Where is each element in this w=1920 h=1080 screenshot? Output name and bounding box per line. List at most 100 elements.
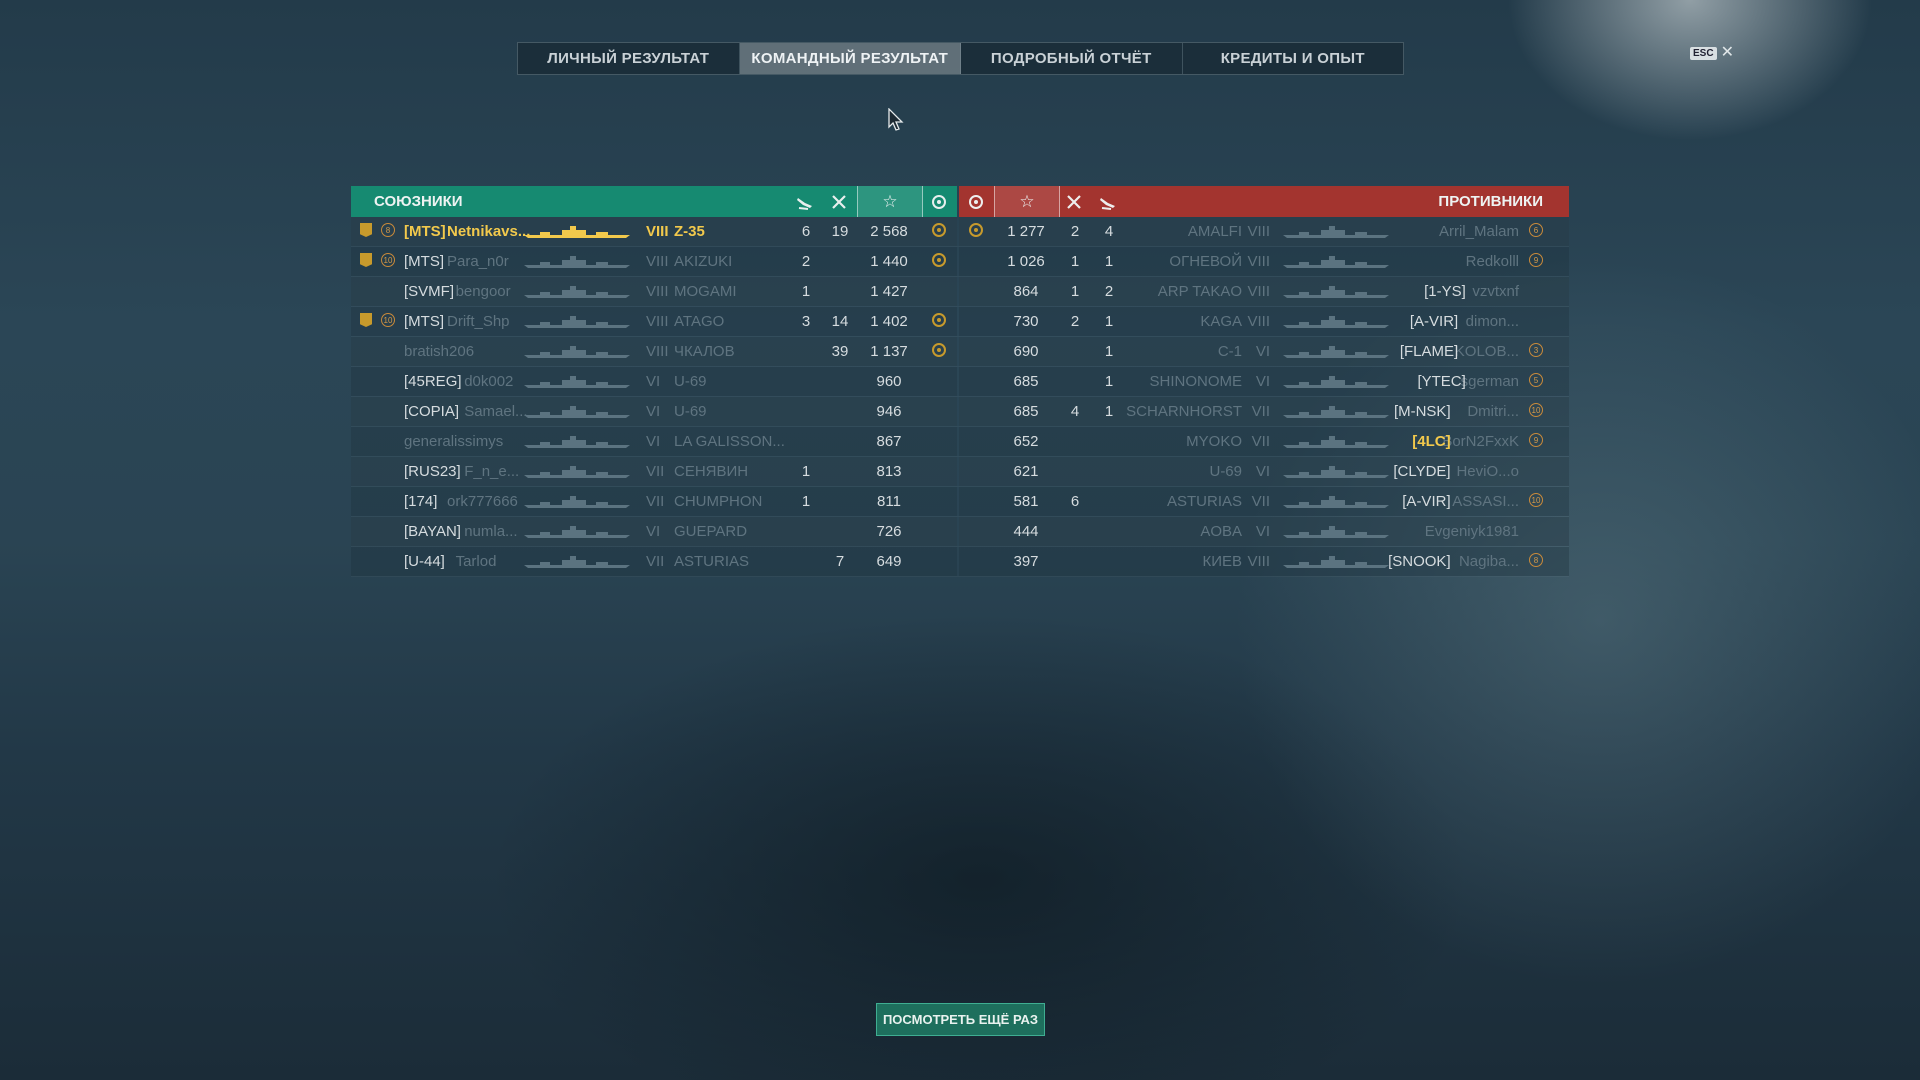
enemy-row[interactable]: 652 MYOKO VII BorN2FxxK [4LC] 9 [959,427,1569,456]
player-name: BorN2FxxK [1442,433,1519,450]
ship-silhouette [522,434,632,448]
achievement-medal-icon [969,223,983,237]
ship-silhouette [522,224,632,238]
table-row: bratish206 VIII ЧКАЛОВ 39 1 137 690 1 C-1 VI KOLO… [351,337,1569,367]
table-row: [COPIA] Samael... VI U-69 946 685 4 1 SCHARNHORS… [351,397,1569,427]
player-name: vzvtxnf [1472,283,1519,300]
player-clan: [MTS] [404,223,446,240]
enemy-row[interactable]: 690 1 C-1 VI KOLOB... [FLAME] 3 [959,337,1569,366]
results-tabs: ЛИЧНЫЙ РЕЗУЛЬТАТ КОМАНДНЫЙ РЕЗУЛЬТАТ ПОДРО… [517,42,1404,75]
ship-name: U-69 [674,403,707,420]
ship-tier: VI [1255,373,1270,390]
enemy-row[interactable]: 685 1 SHINONOME VI sgerman [YTEC] 5 [959,367,1569,396]
ally-row[interactable]: 8 [MTS] Netnikavs... VIII Z-35 6 19 2 568 [351,217,957,246]
frags-icon [822,186,856,217]
base-xp-value: 1 137 [870,343,908,360]
close-icon[interactable]: ✕ [1721,45,1734,61]
ship-name: LA GALISSON... [674,433,785,450]
planes-shot-value: 1 [1104,313,1114,330]
team-results-table: СОЮЗНИКИ ☆ ☆ ПРОТИВНИКИ 8 [MTS] Netnikav… [351,186,1569,577]
base-xp-value: 730 [1013,313,1039,330]
player-clan: [SVMF] [404,283,455,300]
base-xp-value: 1 026 [1007,253,1045,270]
enemy-row[interactable]: 1 277 2 4 AMALFI VIII Arril_Malam 6 [959,217,1569,246]
base-xp-value: 1 402 [870,313,908,330]
table-row: [U-44] Tarlod VII ASTURIAS 7 649 397 КИЕВ VIII Na… [351,547,1569,577]
player-name: bengoor [455,283,511,300]
ally-row[interactable]: [COPIA] Samael... VI U-69 946 [351,397,957,426]
frags-value: 19 [831,223,849,240]
allies-title: СОЮЗНИКИ [374,193,463,210]
tab-2[interactable]: КОМАНДНЫЙ РЕЗУЛЬТАТ [739,43,961,74]
enemy-row[interactable]: 1 026 1 1 ОГНЕВОЙ VIII Redkolll 9 [959,247,1569,276]
player-name: ork777666 [447,493,518,510]
service-level-badge: 9 [1529,253,1543,267]
service-level-badge: 3 [1529,343,1543,357]
ally-row[interactable]: 10 [MTS] Drift_Shp VIII ATAGO 3 14 1 402 [351,307,957,336]
division-badge-icon [360,253,372,267]
tab-3[interactable]: ПОДРОБНЫЙ ОТЧЁТ [961,43,1183,74]
ally-row[interactable]: [174] ork777666 VII CHUMPHON 1 811 [351,487,957,516]
achievement-medal-icon [932,343,946,357]
ship-tier: VII [1251,403,1270,420]
planes-shot-value: 1 [1104,343,1114,360]
allies-header: СОЮЗНИКИ ☆ [351,186,957,217]
ship-tier: VIII [1247,313,1270,330]
player-name: Dmitri... [1467,403,1519,420]
ship-silhouette [522,524,632,538]
ally-row[interactable]: [SVMF] bengoor VIII MOGAMI 1 1 427 [351,277,957,306]
ally-row[interactable]: [RUS23] F_n_e... VII СЕНЯВИН 1 813 [351,457,957,486]
ship-silhouette [522,374,632,388]
ally-row[interactable]: 10 [MTS] Para_n0r VIII AKIZUKI 2 1 440 [351,247,957,276]
enemies-title: ПРОТИВНИКИ [1438,193,1543,210]
table-row: 8 [MTS] Netnikavs... VIII Z-35 6 19 2 568 1 277 2… [351,217,1569,247]
ship-tier: VII [646,463,665,480]
enemy-row[interactable]: 397 КИЕВ VIII Nagiba... [SNOOK] 8 [959,547,1569,576]
watch-again-button[interactable]: ПОСМОТРЕТЬ ЕЩЁ РАЗ [876,1003,1045,1036]
enemy-row[interactable]: 730 2 1 KAGA VIII dimon... [A-VIR] [959,307,1569,336]
service-level-badge: 10 [1529,493,1543,507]
mouse-cursor-icon [888,108,904,131]
table-row: 10 [MTS] Para_n0r VIII AKIZUKI 2 1 440 1 026 1 1 О… [351,247,1569,277]
ship-silhouette [1281,464,1391,478]
ship-name: SCHARNHORST [1126,403,1242,420]
ally-row[interactable]: bratish206 VIII ЧКАЛОВ 39 1 137 [351,337,957,366]
planes-shot-value: 1 [801,283,811,300]
service-level-badge: 10 [381,313,395,327]
enemy-row[interactable]: 685 4 1 SCHARNHORST VII Dmitri... [M-NSK] 10 [959,397,1569,426]
enemy-row[interactable]: 864 1 2 ARP TAKAO VIII vzvtxnf [1-YS] [959,277,1569,306]
ally-row[interactable]: [U-44] Tarlod VII ASTURIAS 7 649 [351,547,957,576]
tab-4[interactable]: КРЕДИТЫ И ОПЫТ [1183,43,1404,74]
player-name: sgerman [1460,373,1519,390]
ship-silhouette [1281,524,1391,538]
close-control[interactable]: ESC ✕ [1690,45,1734,61]
achievements-icon [959,186,993,217]
esc-key-label: ESC [1690,46,1717,60]
ally-row[interactable]: [BAYAN] numla... VI GUEPARD 726 [351,517,957,546]
enemy-row[interactable]: 444 AOBA VI Evgeniyk1981 [959,517,1569,546]
service-level-badge: 9 [1529,433,1543,447]
ship-name: GUEPARD [674,523,748,540]
ship-tier: VI [1255,343,1270,360]
ship-name: КИЕВ [1202,553,1242,570]
base-xp-value: 811 [877,493,901,510]
ship-name: U-69 [1209,463,1242,480]
ship-silhouette [1281,554,1391,568]
ship-silhouette [1281,224,1391,238]
frags-value: 6 [1070,493,1080,510]
ship-silhouette [522,404,632,418]
tab-1[interactable]: ЛИЧНЫЙ РЕЗУЛЬТАТ [518,43,740,74]
frags-value: 2 [1070,223,1080,240]
enemy-row[interactable]: 581 6 ASTURIAS VII ASSASI... [A-VIR] 10 [959,487,1569,516]
achievement-medal-icon [932,223,946,237]
ship-name: ОГНЕВОЙ [1169,253,1242,270]
ship-silhouette [1281,344,1391,358]
base-xp-value: 690 [1013,343,1039,360]
ally-row[interactable]: generalissimys VI LA GALISSON... 867 [351,427,957,456]
player-name: Samael... [464,403,528,420]
base-xp-value: 685 [1013,403,1039,420]
planes-shot-value: 1 [1104,403,1114,420]
enemy-row[interactable]: 621 U-69 VI HeviO...o [CLYDE] [959,457,1569,486]
base-xp-value: 581 [1013,493,1039,510]
ally-row[interactable]: [45REG] d0k002 VI U-69 960 [351,367,957,396]
